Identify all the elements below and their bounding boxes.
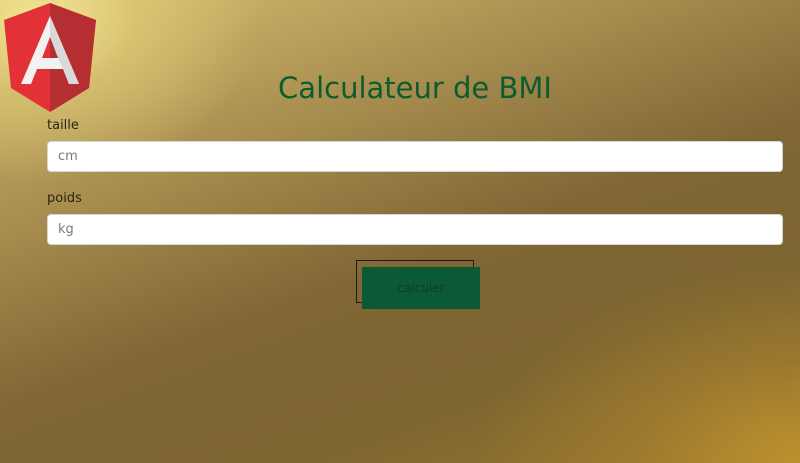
taille-input[interactable]	[47, 141, 783, 172]
poids-input[interactable]	[47, 214, 783, 245]
page-title: Calculateur de BMI	[278, 71, 552, 105]
poids-label: poids	[47, 191, 82, 206]
calculer-button[interactable]: calculer	[362, 267, 480, 309]
taille-label: taille	[47, 118, 79, 133]
